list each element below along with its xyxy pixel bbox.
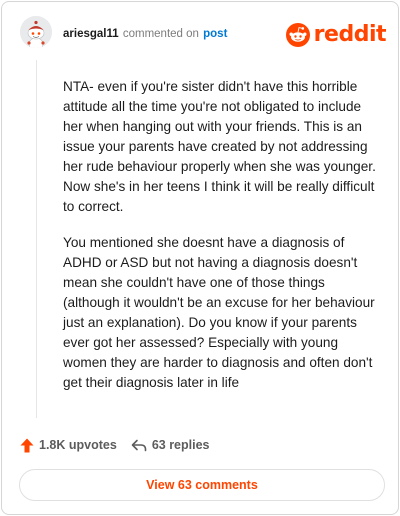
comment-paragraph: You mentioned she doesnt have a diagnosi… xyxy=(63,235,375,390)
comment-meta: ariesgal11 commented on post xyxy=(63,28,227,40)
reddit-wordmark: reddit xyxy=(313,22,387,47)
comment-header: ariesgal11 commented on post reddit xyxy=(20,16,387,52)
comment-actions: 1.8K upvotes 63 replies xyxy=(20,435,210,455)
commented-on-label: commented on xyxy=(122,28,199,40)
upvote-count: 1.8K upvotes xyxy=(39,438,117,452)
comment-body: NTA- even if you're sister didn't have t… xyxy=(63,77,383,409)
post-link[interactable]: post xyxy=(203,28,227,40)
reply-arrow-icon xyxy=(131,439,147,451)
comment-paragraph: NTA- even if you're sister didn't have t… xyxy=(63,79,376,214)
replies-button[interactable]: 63 replies xyxy=(131,438,210,452)
replies-count: 63 replies xyxy=(151,438,210,452)
user-avatar[interactable] xyxy=(20,16,52,48)
username-link[interactable]: ariesgal11 xyxy=(63,28,119,40)
reddit-snoo-icon xyxy=(285,23,310,47)
snoo-avatar-icon xyxy=(20,16,52,48)
upvote-button[interactable]: 1.8K upvotes xyxy=(20,438,117,453)
comment-card: ariesgal11 commented on post reddit NTA-… xyxy=(1,1,399,515)
thread-line xyxy=(36,60,37,418)
reddit-logo[interactable]: reddit xyxy=(285,22,387,48)
view-comments-button[interactable]: View 63 comments xyxy=(19,469,385,501)
upvote-arrow-icon xyxy=(20,438,34,452)
